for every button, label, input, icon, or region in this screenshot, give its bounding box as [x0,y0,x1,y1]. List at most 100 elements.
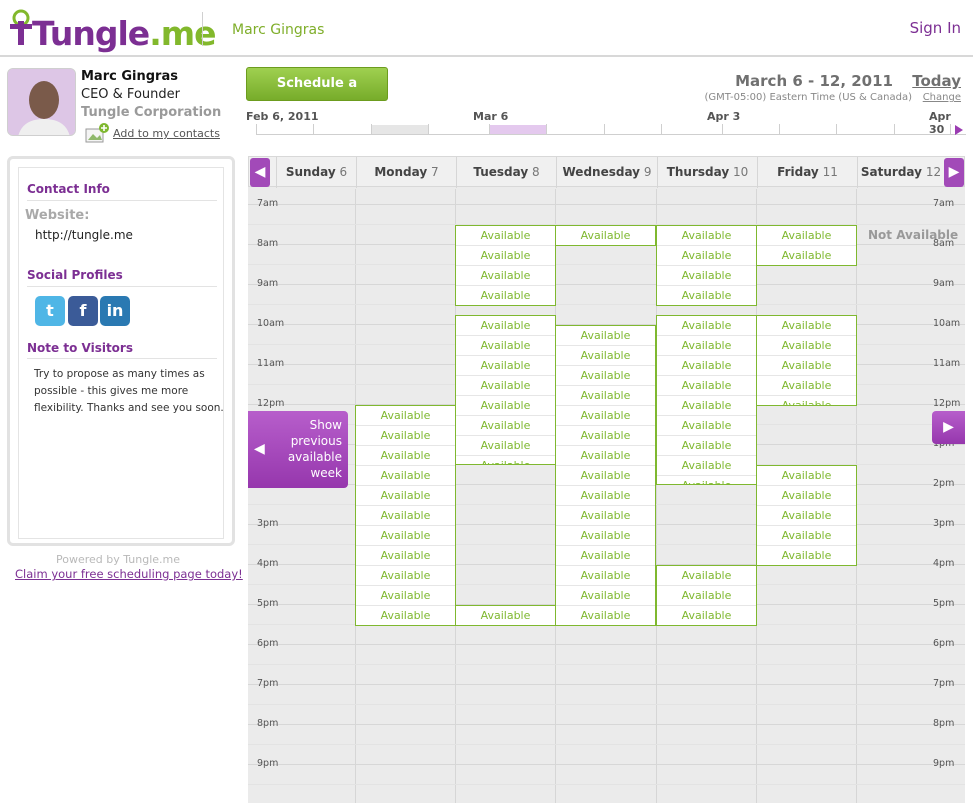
available-block-wednesday[interactable]: Available [555,225,656,246]
available-slot[interactable]: Available [356,586,455,606]
schedule-meeting-button[interactable]: Schedule a meeting [246,67,388,123]
available-slot[interactable]: Available [657,456,756,476]
show-previous-week-button[interactable]: ◀ Show previous available week [248,411,348,488]
available-slot[interactable]: Available [356,426,455,446]
available-slot[interactable]: Available [556,406,655,426]
available-slot[interactable]: Available [657,376,756,396]
website-label: Website: [25,208,90,223]
available-slot[interactable]: Available [556,606,655,625]
facebook-icon[interactable]: f [68,296,98,326]
available-slot[interactable]: Available [356,606,455,625]
available-slot[interactable]: Available [556,426,655,446]
next-available-week-arrow-icon[interactable]: ▶ [932,411,965,444]
available-slot[interactable]: Available [356,526,455,546]
available-slot[interactable]: Available [356,566,455,586]
available-slot[interactable]: Available [757,466,856,486]
available-slot[interactable]: Available [456,286,555,305]
available-slot[interactable]: Available [456,266,555,286]
prev-week-arrow-icon[interactable]: ◀ [250,158,270,187]
available-slot[interactable]: Available [356,506,455,526]
timezone-change-link[interactable]: Change [923,92,961,103]
add-contact-icon[interactable] [85,122,111,144]
available-block-friday[interactable]: Available Available Available Available … [756,315,857,406]
available-slot[interactable]: Available [657,396,756,416]
available-block-thursday[interactable]: Available Available Available Available [656,225,757,306]
available-slot[interactable]: Available [456,376,555,396]
available-slot[interactable]: Available [356,446,455,466]
available-slot[interactable]: Available [657,476,756,484]
available-block-tuesday[interactable]: Available [455,605,556,626]
available-slot[interactable]: Available [456,356,555,376]
available-slot[interactable]: Available [456,316,555,336]
timeline-next-icon[interactable] [954,124,964,136]
available-block-thursday[interactable]: Available Available Available [656,565,757,626]
available-slot[interactable]: Available [757,246,856,265]
available-slot[interactable]: Available [757,376,856,396]
available-slot[interactable]: Available [556,346,655,366]
available-slot[interactable]: Available [657,226,756,246]
available-slot[interactable]: Available [356,486,455,506]
available-slot[interactable]: Available [657,416,756,436]
available-block-friday[interactable]: Available Available Available Available … [756,465,857,566]
available-slot[interactable]: Available [556,526,655,546]
available-slot[interactable]: Available [657,316,756,336]
available-slot[interactable]: Available [657,286,756,305]
available-slot[interactable]: Available [556,546,655,566]
available-slot[interactable]: Available [657,266,756,286]
available-slot[interactable]: Available [456,436,555,456]
available-slot[interactable]: Available [657,336,756,356]
available-slot[interactable]: Available [556,466,655,486]
available-slot[interactable]: Available [757,336,856,356]
available-slot[interactable]: Available [556,386,655,406]
available-block-tuesday[interactable]: Available Available Available Available … [455,315,556,465]
available-slot[interactable]: Available [456,416,555,436]
available-slot[interactable]: Available [556,506,655,526]
today-link[interactable]: Today [912,72,961,90]
available-slot[interactable]: Available [556,226,655,245]
available-slot[interactable]: Available [657,606,756,625]
available-slot[interactable]: Available [657,436,756,456]
available-slot[interactable]: Available [356,546,455,566]
available-slot[interactable]: Available [757,526,856,546]
available-slot[interactable]: Available [556,566,655,586]
available-slot[interactable]: Available [556,446,655,466]
available-block-thursday[interactable]: Available Available Available Available … [656,315,757,485]
website-value[interactable]: http://tungle.me [35,228,133,242]
available-block-tuesday[interactable]: Available Available Available Available [455,225,556,306]
linkedin-icon[interactable]: in [100,296,130,326]
available-slot[interactable]: Available [456,396,555,416]
available-slot[interactable]: Available [456,456,555,464]
available-slot[interactable]: Available [556,586,655,606]
available-slot[interactable]: Available [556,366,655,386]
twitter-icon[interactable]: t [35,296,65,326]
add-to-contacts-link[interactable]: Add to my contacts [113,127,220,140]
available-slot[interactable]: Available [757,356,856,376]
available-slot[interactable]: Available [456,246,555,266]
available-slot[interactable]: Available [456,336,555,356]
available-slot[interactable]: Available [757,546,856,565]
week-timeline[interactable]: Feb 6, 2011 Mar 6 Apr 3 Apr 30 [246,108,966,138]
available-slot[interactable]: Available [356,406,455,426]
available-slot[interactable]: Available [556,486,655,506]
sign-in-link[interactable]: Sign In [910,19,961,37]
available-slot[interactable]: Available [657,246,756,266]
available-slot[interactable]: Available [757,226,856,246]
claim-page-link[interactable]: Claim your free scheduling page today! [15,567,243,581]
hour-label: 7pm [257,678,279,689]
available-slot[interactable]: Available [757,506,856,526]
available-slot[interactable]: Available [657,586,756,606]
available-slot[interactable]: Available [757,316,856,336]
available-slot[interactable]: Available [456,606,555,625]
available-slot[interactable]: Available [556,326,655,346]
available-block-friday[interactable]: Available Available [756,225,857,266]
tungle-logo[interactable]: Tungle.me [6,4,217,53]
available-slot[interactable]: Available [356,466,455,486]
available-slot[interactable]: Available [456,226,555,246]
next-week-arrow-icon[interactable]: ▶ [944,158,964,187]
available-block-monday[interactable]: Available Available Available Available … [355,405,456,626]
available-slot[interactable]: Available [757,396,856,405]
available-slot[interactable]: Available [757,486,856,506]
available-slot[interactable]: Available [657,356,756,376]
available-block-wednesday[interactable]: Available Available Available Available … [555,325,656,626]
available-slot[interactable]: Available [657,566,756,586]
